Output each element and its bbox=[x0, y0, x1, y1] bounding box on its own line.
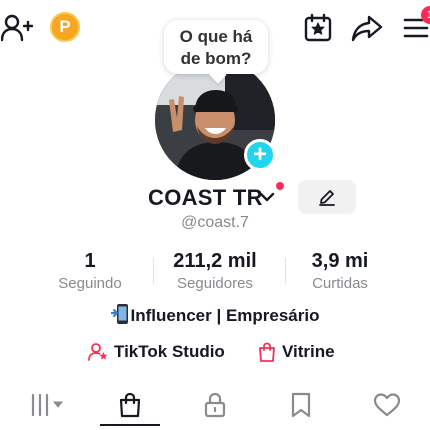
add-friend-button[interactable] bbox=[0, 12, 34, 44]
person-plus-icon bbox=[1, 14, 33, 42]
tab-videos[interactable] bbox=[18, 382, 78, 428]
stats-divider bbox=[285, 258, 286, 284]
stats-row: 1 Seguindo 211,2 mil Seguidores 3,9 mi C… bbox=[0, 250, 430, 294]
edit-profile-button[interactable] bbox=[298, 180, 356, 214]
status-bubble[interactable]: O que há de bom? bbox=[164, 20, 268, 74]
tab-liked[interactable] bbox=[357, 382, 417, 428]
chevron-down-icon[interactable] bbox=[258, 190, 276, 204]
bubble-line-2: de bom? bbox=[180, 49, 252, 68]
mobile-phone-arrow-icon bbox=[110, 304, 128, 324]
calendar-button[interactable] bbox=[302, 12, 334, 44]
tab-private[interactable] bbox=[185, 382, 245, 428]
stats-divider bbox=[153, 258, 154, 284]
stat-following-label: Seguindo bbox=[58, 275, 122, 292]
stat-following[interactable]: 1 Seguindo bbox=[40, 250, 140, 292]
bio-text: Influencer | Empresário bbox=[130, 306, 320, 325]
tab-shop[interactable] bbox=[100, 382, 160, 428]
showcase-label: Vitrine bbox=[282, 342, 335, 361]
bubble-line-1: O que há bbox=[179, 27, 253, 46]
calendar-star-icon bbox=[304, 13, 332, 42]
profile-handle: @coast.7 bbox=[181, 214, 249, 231]
add-story-button[interactable]: + bbox=[244, 139, 276, 171]
content-tabs bbox=[0, 382, 430, 430]
lock-icon bbox=[204, 392, 226, 418]
grid-columns-icon bbox=[31, 393, 64, 417]
share-arrow-icon bbox=[351, 15, 383, 42]
stat-likes-label: Curtidas bbox=[312, 275, 368, 292]
share-button[interactable] bbox=[350, 12, 384, 44]
stat-following-value: 1 bbox=[84, 250, 96, 272]
tab-saved[interactable] bbox=[271, 382, 331, 428]
heart-icon bbox=[373, 393, 401, 417]
shopping-bag-icon bbox=[259, 342, 275, 362]
coin-icon[interactable]: P bbox=[50, 12, 80, 42]
profile-bio: Influencer | Empresário bbox=[0, 303, 430, 326]
stat-followers-label: Seguidores bbox=[177, 275, 253, 292]
shopping-bag-icon bbox=[119, 392, 141, 418]
active-tab-indicator bbox=[100, 424, 160, 426]
person-star-icon bbox=[88, 343, 108, 361]
stat-likes-value: 3,9 mi bbox=[311, 250, 369, 272]
bookmark-icon bbox=[291, 392, 311, 418]
tiktok-studio-link[interactable]: TikTok Studio bbox=[88, 342, 225, 362]
notification-dot bbox=[276, 182, 284, 190]
stat-followers[interactable]: 211,2 mil Seguidores bbox=[155, 250, 275, 292]
stat-followers-value: 211,2 mil bbox=[173, 250, 257, 272]
profile-links: TikTok Studio Vitrine bbox=[0, 342, 430, 368]
showcase-link[interactable]: Vitrine bbox=[258, 342, 335, 362]
name-row: COAST TR bbox=[0, 182, 430, 214]
tiktok-studio-label: TikTok Studio bbox=[114, 342, 225, 361]
stat-likes[interactable]: 3,9 mi Curtidas bbox=[290, 250, 390, 292]
pencil-icon bbox=[319, 190, 335, 206]
profile-name[interactable]: COAST TR bbox=[148, 185, 263, 211]
